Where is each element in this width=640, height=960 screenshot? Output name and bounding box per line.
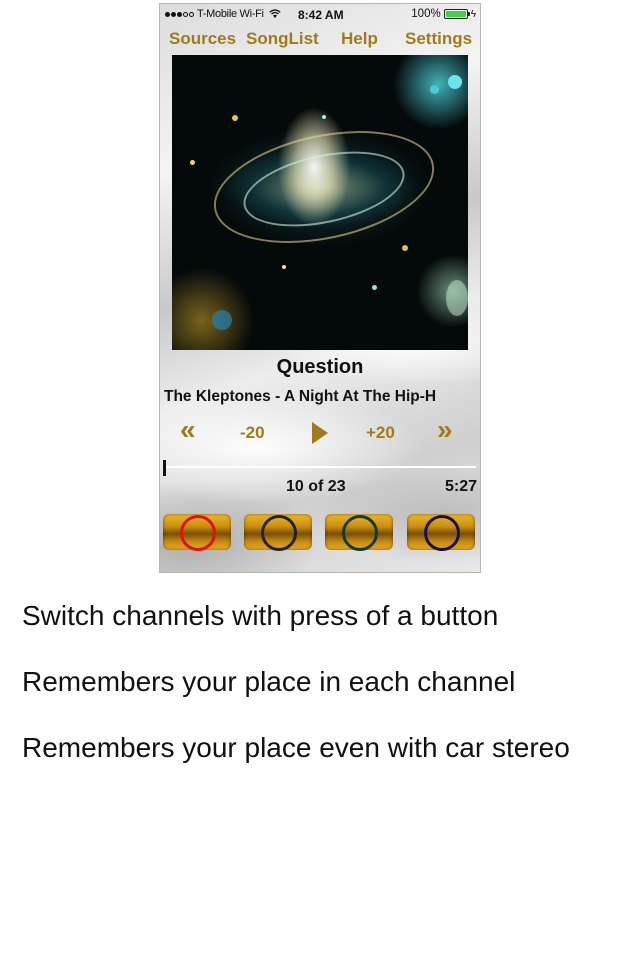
track-counter: 10 of 23 [286, 478, 346, 495]
song-artist-album: The Kleptones - A Night At The Hip-H [164, 388, 437, 405]
feature-list: Switch channels with press of a button R… [22, 600, 622, 798]
nav-help[interactable]: Help [341, 29, 378, 49]
progress-track [164, 466, 476, 468]
battery-icon [443, 9, 470, 19]
status-right: 100% ϟ [411, 8, 476, 20]
nav-settings[interactable]: Settings [405, 29, 472, 49]
channel-button-2[interactable] [244, 514, 312, 551]
channel-ring-icon [261, 515, 297, 551]
charging-icon: ϟ [470, 8, 476, 20]
battery-percent: 100% [411, 8, 441, 20]
carrier-label: T-Mobile Wi-Fi [197, 8, 264, 20]
feature-item: Remembers your place in each channel [22, 666, 516, 697]
progress-slider[interactable] [163, 460, 476, 478]
top-nav: Sources SongList Help Settings [160, 28, 480, 52]
skip-forward-button[interactable]: +20 [366, 423, 395, 443]
channel-buttons [160, 514, 480, 554]
channel-button-4[interactable] [407, 514, 475, 551]
fast-forward-icon[interactable]: » [437, 414, 453, 446]
rewind-icon[interactable]: « [180, 414, 196, 446]
signal-icon [165, 11, 194, 17]
channel-button-1[interactable] [163, 514, 231, 551]
nav-sources[interactable]: Sources [169, 29, 236, 49]
play-icon[interactable] [312, 422, 328, 444]
channel-button-3[interactable] [325, 514, 393, 551]
playback-controls: « -20 +20 » [160, 414, 480, 446]
channel-ring-icon [342, 515, 378, 551]
status-left: T-Mobile Wi-Fi [165, 8, 281, 20]
nav-songlist[interactable]: SongList [246, 29, 319, 49]
progress-thumb[interactable] [163, 460, 166, 476]
phone-screenshot: T-Mobile Wi-Fi 8:42 AM 100% ϟ Sources So… [159, 3, 481, 573]
album-art [172, 55, 468, 350]
wifi-icon [269, 9, 281, 18]
channel-ring-icon [180, 515, 216, 551]
feature-item: Switch channels with press of a button [22, 600, 499, 631]
status-time: 8:42 AM [298, 8, 344, 22]
status-bar: T-Mobile Wi-Fi 8:42 AM 100% ϟ [160, 4, 480, 26]
song-title: Question [276, 356, 364, 378]
channel-ring-icon [424, 515, 460, 551]
skip-back-button[interactable]: -20 [240, 423, 265, 443]
track-duration: 5:27 [444, 478, 477, 495]
feature-item: Remembers your place even with car stere… [22, 732, 570, 763]
